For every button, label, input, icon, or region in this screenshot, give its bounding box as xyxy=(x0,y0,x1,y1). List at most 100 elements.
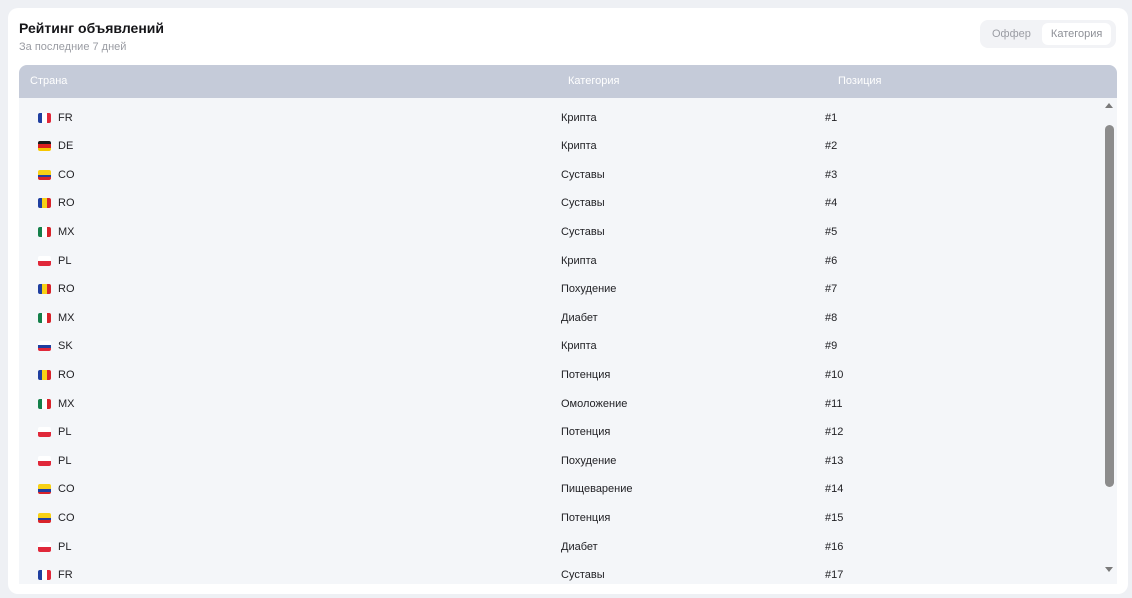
table-row[interactable]: PL Крипта #6 xyxy=(19,247,1099,276)
table-row[interactable]: FR Крипта #1 xyxy=(19,104,1099,133)
cell-category: Диабет xyxy=(561,540,598,553)
cell-category: Крипта xyxy=(561,140,597,153)
ad-rating-card: Рейтинг объявлений За последние 7 дней О… xyxy=(8,8,1128,594)
card-title: Рейтинг объявлений xyxy=(19,20,164,36)
table-row[interactable]: RO Суставы #4 xyxy=(19,189,1099,218)
cell-country: FR xyxy=(58,569,73,582)
view-toggle: Оффер Категория xyxy=(980,20,1116,48)
cell-category: Суставы xyxy=(561,569,605,582)
cell-category: Суставы xyxy=(561,197,605,210)
flag-ro-icon xyxy=(38,284,51,295)
table-row[interactable]: MX Суставы #5 xyxy=(19,218,1099,247)
cell-category: Пищеварение xyxy=(561,483,633,496)
flag-pl-icon xyxy=(38,255,51,266)
flag-fr-icon xyxy=(38,112,51,123)
cell-position: #1 xyxy=(825,111,838,124)
flag-ro-icon xyxy=(38,369,51,380)
card-subtitle: За последние 7 дней xyxy=(19,41,127,53)
cell-country: RO xyxy=(58,197,75,210)
scrollbar[interactable] xyxy=(1101,98,1117,584)
cell-position: #7 xyxy=(825,283,838,296)
cell-position: #4 xyxy=(825,197,838,210)
cell-category: Суставы xyxy=(561,225,605,238)
cell-category: Суставы xyxy=(561,168,605,181)
column-header-country[interactable]: Страна xyxy=(30,75,67,87)
flag-pl-icon xyxy=(38,455,51,466)
cell-position: #12 xyxy=(825,426,844,439)
flag-sk-icon xyxy=(38,341,51,352)
cell-position: #11 xyxy=(825,397,843,410)
cell-position: #10 xyxy=(825,368,844,381)
cell-country: RO xyxy=(58,368,75,381)
table-row[interactable]: RO Потенция #10 xyxy=(19,361,1099,390)
cell-country: DE xyxy=(58,140,74,153)
flag-de-icon xyxy=(38,141,51,152)
cell-position: #8 xyxy=(825,311,838,324)
cell-position: #17 xyxy=(825,569,844,582)
table-row[interactable]: DE Крипта #2 xyxy=(19,132,1099,161)
cell-category: Потенция xyxy=(561,426,611,439)
scroll-down-arrow-icon[interactable] xyxy=(1105,567,1113,572)
table-row[interactable]: MX Диабет #8 xyxy=(19,304,1099,333)
cell-position: #5 xyxy=(825,225,838,238)
cell-category: Крипта xyxy=(561,254,597,267)
column-header-position[interactable]: Позиция xyxy=(838,75,882,87)
toggle-offer[interactable]: Оффер xyxy=(983,23,1040,45)
flag-fr-icon xyxy=(38,570,51,581)
cell-category: Омоложение xyxy=(561,397,628,410)
table-row[interactable]: SK Крипта #9 xyxy=(19,332,1099,361)
cell-position: #15 xyxy=(825,511,844,524)
cell-position: #6 xyxy=(825,254,838,267)
cell-position: #13 xyxy=(825,454,844,467)
flag-pl-icon xyxy=(38,427,51,438)
flag-mx-icon xyxy=(38,398,51,409)
cell-position: #9 xyxy=(825,340,838,353)
cell-country: MX xyxy=(58,311,75,324)
cell-country: MX xyxy=(58,225,75,238)
table-row[interactable]: FR Суставы #17 xyxy=(19,561,1099,584)
table-row[interactable]: CO Потенция #15 xyxy=(19,504,1099,533)
cell-country: FR xyxy=(58,111,73,124)
cell-position: #2 xyxy=(825,140,838,153)
cell-country: PL xyxy=(58,426,72,439)
cell-country: CO xyxy=(58,168,75,181)
cell-position: #16 xyxy=(825,540,844,553)
cell-category: Диабет xyxy=(561,311,598,324)
cell-category: Потенция xyxy=(561,368,611,381)
flag-co-icon xyxy=(38,512,51,523)
cell-position: #14 xyxy=(825,483,844,496)
cell-country: MX xyxy=(58,397,75,410)
cell-category: Потенция xyxy=(561,511,611,524)
cell-country: CO xyxy=(58,511,75,524)
cell-country: SK xyxy=(58,340,73,353)
table-row[interactable]: CO Пищеварение #14 xyxy=(19,475,1099,504)
cell-country: PL xyxy=(58,540,72,553)
toggle-category[interactable]: Категория xyxy=(1041,23,1112,45)
flag-co-icon xyxy=(38,169,51,180)
scroll-up-arrow-icon[interactable] xyxy=(1105,103,1113,108)
table-row[interactable]: PL Похудение #13 xyxy=(19,447,1099,476)
flag-ro-icon xyxy=(38,198,51,209)
scrollbar-thumb[interactable] xyxy=(1105,125,1114,487)
flag-mx-icon xyxy=(38,226,51,237)
table-header: Страна Категория Позиция xyxy=(19,65,1117,98)
table-row[interactable]: PL Диабет #16 xyxy=(19,533,1099,562)
cell-category: Крипта xyxy=(561,111,597,124)
cell-country: RO xyxy=(58,283,75,296)
table-row[interactable]: RO Похудение #7 xyxy=(19,275,1099,304)
cell-category: Крипта xyxy=(561,340,597,353)
cell-category: Похудение xyxy=(561,283,617,296)
column-header-category[interactable]: Категория xyxy=(568,75,619,87)
cell-category: Похудение xyxy=(561,454,617,467)
flag-pl-icon xyxy=(38,541,51,552)
table-body: FR Крипта #1 DE Крипта #2 CO Суставы #3 RO Суставы… xyxy=(19,98,1117,584)
cell-position: #3 xyxy=(825,168,838,181)
table-row[interactable]: PL Потенция #12 xyxy=(19,418,1099,447)
table-row[interactable]: MX Омоложение #11 xyxy=(19,390,1099,419)
cell-country: PL xyxy=(58,254,72,267)
flag-co-icon xyxy=(38,484,51,495)
cell-country: CO xyxy=(58,483,75,496)
cell-country: PL xyxy=(58,454,72,467)
table-row[interactable]: CO Суставы #3 xyxy=(19,161,1099,190)
flag-mx-icon xyxy=(38,312,51,323)
